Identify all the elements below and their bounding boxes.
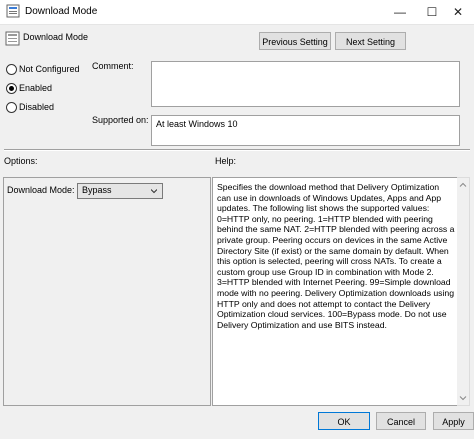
help-text: Specifies the download method that Deliv… <box>217 182 455 330</box>
help-heading: Help: <box>215 156 237 166</box>
previous-setting-button[interactable]: Previous Setting <box>259 32 331 50</box>
divider <box>4 149 470 151</box>
radio-circle[interactable] <box>6 64 17 75</box>
cancel-button[interactable]: Cancel <box>376 412 426 430</box>
ok-button[interactable]: OK <box>318 412 370 430</box>
options-heading: Options: <box>4 156 38 166</box>
title-bar: Download Mode — ☐ ✕ <box>0 0 474 25</box>
scroll-up-arrow-icon[interactable] <box>459 181 467 189</box>
download-mode-label: Download Mode: <box>7 185 75 195</box>
scroll-down-arrow-icon[interactable] <box>459 394 467 402</box>
setting-title: Download Mode <box>23 32 89 42</box>
window-title: Download Mode <box>25 6 98 17</box>
download-mode-dropdown[interactable]: Bypass <box>77 183 163 199</box>
close-button[interactable]: ✕ <box>442 0 474 24</box>
help-pane: Specifies the download method that Deliv… <box>212 177 458 406</box>
comment-textarea[interactable] <box>151 61 460 107</box>
next-setting-button[interactable]: Next Setting <box>335 32 406 50</box>
minimize-button[interactable]: — <box>384 0 416 24</box>
help-scrollbar[interactable] <box>457 177 470 406</box>
policy-setting-icon <box>5 31 20 46</box>
radio-label: Enabled <box>19 83 53 93</box>
apply-button[interactable]: Apply <box>433 412 474 430</box>
radio-label: Not Configured <box>19 64 80 74</box>
supported-on-value: At least Windows 10 <box>156 119 238 129</box>
chevron-down-icon <box>151 189 157 194</box>
download-mode-value: Bypass <box>82 185 112 195</box>
policy-icon <box>6 4 20 18</box>
options-pane <box>3 177 211 406</box>
radio-circle[interactable] <box>6 102 17 113</box>
comment-label: Comment: <box>92 61 134 71</box>
supported-on-label: Supported on: <box>92 115 149 125</box>
supported-on-field[interactable]: At least Windows 10 <box>151 115 460 146</box>
radio-label: Disabled <box>19 102 55 112</box>
radio-selected-dot <box>9 86 14 91</box>
